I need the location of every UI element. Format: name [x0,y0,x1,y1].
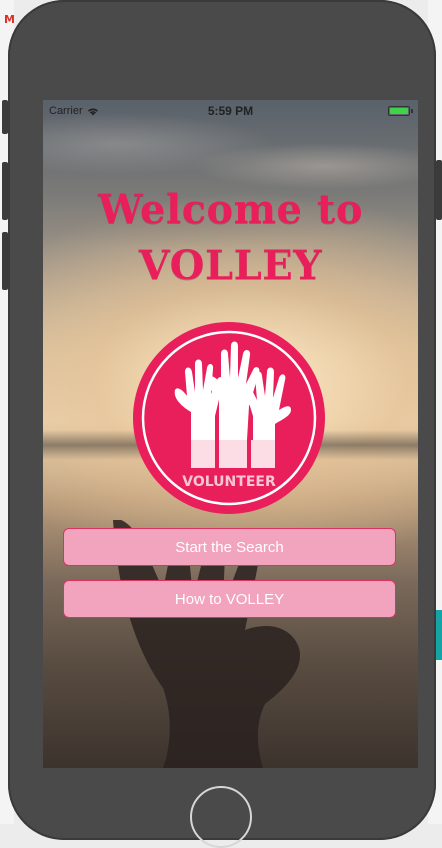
logo-label: VOLUNTEER [182,474,276,490]
welcome-title-line-2: VOLLEY [138,242,323,289]
battery-level [390,108,408,114]
status-time: 5:59 PM [207,104,254,118]
start-search-button[interactable]: Start the Search [63,528,396,566]
power-button [436,160,442,220]
volume-down-button [2,232,8,290]
battery-tip [411,109,413,113]
how-to-volley-button[interactable]: How to VOLLEY [63,580,396,618]
app-screen: Carrier 5:59 PM Welcome to VOLLEY VOLUNT… [43,100,418,768]
welcome-title-line-1: Welcome to [97,186,364,233]
gmail-icon: M [4,13,15,26]
volume-up-button [2,162,8,220]
battery-icon [388,106,410,116]
home-button[interactable] [190,786,252,848]
volunteer-logo: VOLUNTEER [133,322,325,514]
mute-switch [2,100,8,134]
phone-frame: Carrier 5:59 PM Welcome to VOLLEY VOLUNT… [2,0,442,848]
status-bar: Carrier 5:59 PM [43,100,418,122]
